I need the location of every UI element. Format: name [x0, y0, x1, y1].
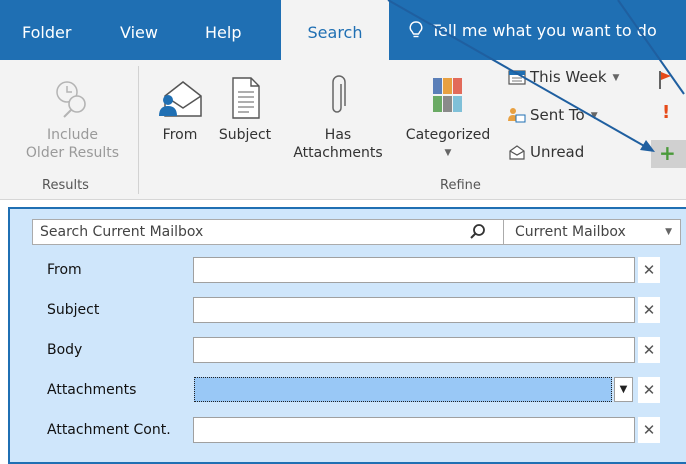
has-attachments-button[interactable]: Has Attachments [283, 74, 393, 162]
categorized-dropdown-arrow: ▼ [444, 148, 452, 158]
categories-grid-icon [433, 78, 462, 112]
more-refine-button[interactable]: + [651, 140, 686, 168]
plus-icon: + [659, 141, 676, 165]
clear-attachments-button[interactable]: ✕ [638, 377, 660, 403]
from-field[interactable] [193, 257, 635, 283]
tab-help[interactable]: Help [203, 0, 243, 60]
tab-view[interactable]: View [118, 0, 160, 60]
body-field[interactable] [193, 337, 635, 363]
ribbon-search: Include Older Results Results From Subje… [0, 60, 686, 200]
person-list-icon [508, 108, 526, 123]
paperclip-icon [332, 75, 346, 113]
group-label-results: Results [42, 178, 89, 193]
sent-to-button[interactable]: Sent To ▼ [508, 106, 598, 124]
clear-attachment-contains-button[interactable]: ✕ [638, 417, 660, 443]
attachment-contains-row-label: Attachment Cont. [47, 422, 171, 438]
sent-to-label: Sent To [530, 106, 585, 124]
envelope-person-icon [159, 81, 202, 117]
envelope-open-icon [509, 145, 525, 160]
from-button[interactable]: From [155, 74, 205, 144]
calendar-icon [508, 70, 526, 85]
ribbon-tab-bar: Folder View Help Search Tell me what you… [0, 0, 686, 60]
scope-label: Current Mailbox [515, 224, 626, 240]
clear-body-button[interactable]: ✕ [638, 337, 660, 363]
include-older-results-button[interactable]: Include Older Results [20, 78, 125, 162]
this-week-label: This Week [530, 68, 607, 86]
tell-me-box[interactable]: Tell me what you want to do [409, 21, 657, 40]
tab-folder[interactable]: Folder [20, 0, 73, 60]
attachments-dropdown-button[interactable]: ▼ [614, 377, 633, 402]
body-row-label: Body [47, 342, 83, 358]
clear-subject-button[interactable]: ✕ [638, 297, 660, 323]
clock-search-icon [55, 81, 86, 118]
advanced-search-pane: Current Mailbox ▼ From ✕ Subject ✕ Body … [8, 207, 686, 464]
categorized-button[interactable]: Categorized ▼ [398, 74, 498, 162]
search-scope-dropdown[interactable]: Current Mailbox ▼ [503, 220, 680, 244]
categorized-label: Categorized [405, 127, 491, 143]
attachments-row-label: Attachments [47, 382, 137, 398]
unread-button[interactable]: Unread [508, 143, 584, 161]
has-label-line1: Has [324, 127, 352, 143]
subject-button[interactable]: Subject [215, 74, 275, 144]
unread-label: Unread [530, 143, 585, 161]
chevron-down-icon: ▼ [612, 73, 620, 83]
lightbulb-icon [409, 21, 423, 38]
from-row-label: From [47, 262, 82, 278]
subject-field[interactable] [193, 297, 635, 323]
chevron-down-icon: ▼ [665, 227, 672, 237]
attachment-contains-field[interactable] [193, 417, 635, 443]
importance-icon[interactable]: ! [662, 102, 670, 123]
tab-search[interactable]: Search [281, 0, 389, 60]
search-input[interactable] [33, 220, 503, 244]
search-bar: Current Mailbox ▼ [32, 219, 681, 245]
search-icon[interactable] [469, 223, 487, 241]
flag-icon[interactable] [658, 70, 672, 90]
this-week-button[interactable]: This Week ▼ [508, 68, 619, 86]
subject-label: Subject [218, 127, 272, 143]
attachments-select[interactable] [194, 377, 612, 402]
group-label-refine: Refine [440, 178, 481, 193]
from-label: From [162, 127, 198, 143]
include-label-line2: Older Results [25, 145, 120, 161]
group-separator [138, 66, 139, 194]
document-icon [232, 77, 260, 119]
chevron-down-icon: ▼ [590, 111, 598, 121]
tell-me-label: Tell me what you want to do [431, 21, 657, 40]
has-label-line2: Attachments [293, 145, 383, 161]
include-label-line1: Include [47, 127, 98, 143]
clear-from-button[interactable]: ✕ [638, 257, 660, 283]
subject-row-label: Subject [47, 302, 100, 318]
